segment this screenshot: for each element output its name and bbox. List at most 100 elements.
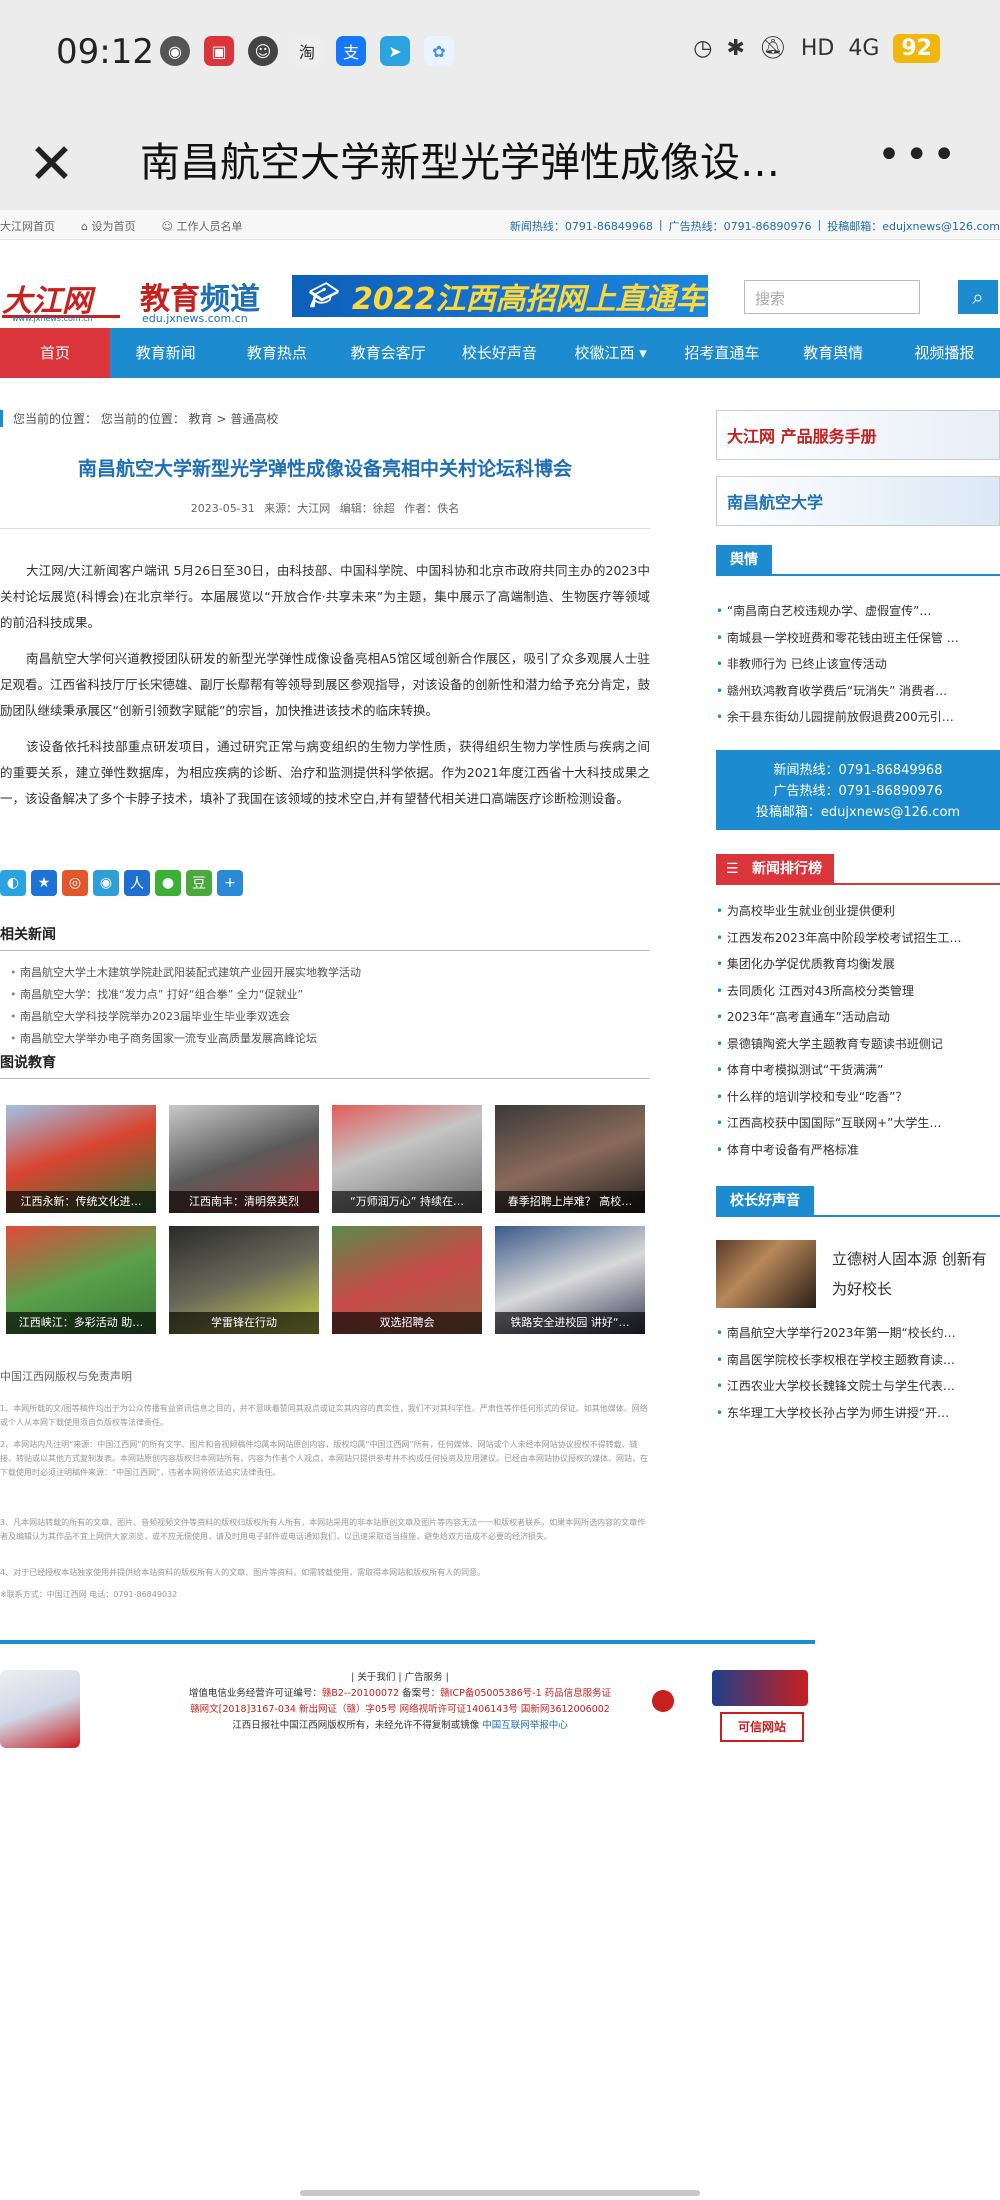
alarm-icon: ◷ (693, 36, 713, 61)
list-item[interactable]: 去同质化 江西对43所高校分类管理 (716, 978, 1000, 1005)
weibo-share-icon[interactable]: ◎ (62, 870, 88, 896)
police-mascot-icon (0, 1670, 80, 1748)
news-ranking-list: 为高校毕业生就业创业提供便利 江西发布2023年高中阶段学校考试招生工… 集团化… (716, 898, 1000, 1163)
gesture-bar[interactable] (300, 2190, 700, 2196)
article-meta: 2023-05-31 来源：大江网 编辑：徐超 作者：佚名 (0, 500, 650, 516)
staff-link[interactable]: ☺ 工作人员名单 (161, 218, 242, 234)
menu-item[interactable]: 校长好声音 (444, 328, 555, 378)
list-item[interactable]: 体育中考设备有严格标准 (716, 1137, 1000, 1164)
list-item[interactable]: 南昌航空大学：找准“发力点” 打好“组合拳” 全力“促就业” (10, 984, 361, 1006)
copyright-text: 4、对于已经授权本站独家使用并提供给本站资料的版权所有人的文章、图片等资料，如需… (0, 1568, 486, 1577)
bluetooth-icon: ✱ (726, 36, 745, 61)
cat-app-icon: ☺ (248, 36, 278, 66)
principal-list: 南昌航空大学举行2023年第一期“校长约… 南昌医学院校长李权根在学校主题教育读… (716, 1320, 1000, 1426)
list-item[interactable]: 2023年“高考直通车”活动启动 (716, 1004, 1000, 1031)
list-item[interactable]: 东华理工大学校长孙占学为师生讲授“开… (716, 1400, 1000, 1427)
site-header: 大江网 www.jxnews.com.cn 教育频道 edu.jxnews.com.… (0, 244, 1000, 334)
principal-feature-image[interactable] (716, 1240, 816, 1308)
close-icon[interactable]: ✕ (28, 132, 75, 197)
article-author: 作者：佚名 (404, 502, 460, 515)
footer-permits: 赣网文[2018]3167-034 新出网证（赣）字05号 网络视听许可证140… (190, 1704, 610, 1715)
menu-item[interactable]: 校徽江西 ▾ (555, 328, 666, 378)
divider (0, 528, 650, 529)
list-item[interactable]: 江西高校获中国国际“互联网+”大学生… (716, 1110, 1000, 1137)
principal-feature-title[interactable]: 立德树人固本源 创新有为好校长 (832, 1244, 1000, 1304)
gaokao-banner[interactable]: 🎓︎ 2022江西高招网上直通车 (292, 275, 708, 317)
related-news-list: 南昌航空大学土木建筑学院赴武阳装配式建筑产业园开展实地教学活动 南昌航空大学：找… (10, 962, 361, 1050)
hotline-box: 新闻热线：0791-86849968 广告热线：0791-86890976 投稿… (716, 750, 1000, 830)
sidebar-ad-product-manual[interactable]: 大江网 产品服务手册 (716, 410, 1000, 460)
footer-links[interactable]: | 关于我们 | 广告服务 | (100, 1670, 700, 1686)
list-item[interactable]: 江西发布2023年高中阶段学校考试招生工… (716, 925, 1000, 952)
list-item[interactable]: “南昌南白艺校违规办学、虚假宣传”… (716, 598, 1000, 625)
set-home-link[interactable]: ⌂ 设为首页 (81, 218, 135, 234)
qzone-share-icon[interactable]: ◐ (0, 870, 26, 896)
site-topbar: 大江网首页 ⌂ 设为首页 ☺ 工作人员名单 新闻热线：0791-86849968… (0, 210, 1000, 240)
menu-item[interactable]: 教育舆情 (778, 328, 889, 378)
article-date: 2023-05-31 (190, 502, 255, 515)
list-item[interactable]: 赣州玖鸿教育收学费后“玩消失” 消费者… (716, 678, 1000, 705)
list-item[interactable]: 南昌航空大学科技学院举办2023届毕业生毕业季双选会 (10, 1006, 361, 1028)
more-icon[interactable]: ••• (877, 132, 960, 178)
menu-item[interactable]: 教育新闻 (110, 328, 221, 378)
sidebar-ad-university[interactable]: 南昌航空大学 (716, 476, 1000, 526)
dajiang-logo[interactable]: 大江网 www.jxnews.com.cn (2, 276, 120, 323)
favorite-share-icon[interactable]: ★ (31, 870, 57, 896)
picture-item[interactable]: 江西永新：传统文化进… (6, 1105, 156, 1213)
emblem-icon (652, 1690, 674, 1712)
picture-item[interactable]: 春季招聘上岸难？ 高校… (495, 1105, 645, 1213)
list-item[interactable]: 南城县一学校班费和零花钱由班主任保管 … (716, 625, 1000, 652)
principal-voice-tag: 校长好声音 (716, 1186, 814, 1216)
menu-item[interactable]: 招考直通车 (666, 328, 777, 378)
cyber-police-icon[interactable] (712, 1670, 808, 1706)
wechat-share-icon[interactable]: ● (155, 870, 181, 896)
picture-item[interactable]: 铁路安全进校园 讲好“… (495, 1226, 645, 1334)
menu-item-home[interactable]: 首页 (0, 328, 110, 378)
picture-item[interactable]: 江西峡江：多彩活动 助… (6, 1226, 156, 1334)
home-link[interactable]: 大江网首页 (0, 218, 55, 234)
divider (716, 574, 1000, 576)
renren-share-icon[interactable]: 人 (124, 870, 150, 896)
menu-item[interactable]: 教育会客厅 (333, 328, 444, 378)
article-paragraph: 南昌航空大学何兴道教授团队研发的新型光学弹性成像设备亮相A5馆区域创新合作展区，… (0, 651, 651, 718)
article-title: 南昌航空大学新型光学弹性成像设备亮相中关村论坛科博会 (77, 458, 572, 480)
list-item[interactable]: 江西农业大学校长魏锋文院士与学生代表… (716, 1373, 1000, 1400)
menu-item[interactable]: 视频播报 (889, 328, 1000, 378)
list-item[interactable]: 南昌航空大学土木建筑学院赴武阳装配式建筑产业园开展实地教学活动 (10, 962, 361, 984)
list-item[interactable]: 余干县东街幼儿园提前放假退费200元引… (716, 704, 1000, 731)
picture-item[interactable]: “万师润万心” 持续在… (332, 1105, 482, 1213)
list-item[interactable]: 什么样的培训学校和专业“吃香”？ (716, 1084, 1000, 1111)
education-channel-logo[interactable]: 教育频道 edu.jxnews.com.cn (140, 274, 260, 325)
article-source: 来源：大江网 (264, 502, 331, 515)
footer-divider (0, 1640, 815, 1644)
list-item[interactable]: 景德镇陶瓷大学主题教育专题读书班侧记 (716, 1031, 1000, 1058)
list-item[interactable]: 非教师行为 已终止该宣传活动 (716, 651, 1000, 678)
picture-item[interactable]: 学雷锋在行动 (169, 1226, 319, 1334)
notification-icons: ◉ ▣ ☺ 淘 支 ➤ ✿ (160, 36, 454, 66)
divider (0, 1078, 650, 1079)
picture-item[interactable]: 双选招聘会 (332, 1226, 482, 1334)
send-icon: ➤ (380, 36, 410, 66)
copyright-text: 3、凡本网站转载的所有的文章、图片、音频视频文件等资料的版权归版权所有人所有，本… (0, 1518, 646, 1541)
news-ranking-tag: ☰ 新闻排行榜 (716, 854, 834, 884)
main-menu: 首页 教育新闻 教育热点 教育会客厅 校长好声音 校徽江西 ▾ 招考直通车 教育… (0, 328, 1000, 378)
list-item[interactable]: 南昌医学院校长李权根在学校主题教育读… (716, 1347, 1000, 1374)
browser-nav-bar: ✕ 南昌航空大学新型光学弹性成像设… ••• (0, 110, 1000, 210)
tencent-share-icon[interactable]: ◉ (93, 870, 119, 896)
news-hotline: 新闻热线：0791-86849968 (509, 220, 653, 233)
trusted-site-badge[interactable]: 可信网站 (720, 1712, 804, 1742)
list-item[interactable]: 体育中考模拟测试“干货满满” (716, 1057, 1000, 1084)
search-icon[interactable]: ⌕ (958, 280, 998, 314)
related-news-heading: 相关新闻 (0, 927, 56, 943)
list-item[interactable]: 集团化办学促优质教育均衡发展 (716, 951, 1000, 978)
more-share-icon[interactable]: + (217, 870, 243, 896)
list-item[interactable]: 南昌航空大学举办电子商务国家一流专业高质量发展高峰论坛 (10, 1028, 361, 1050)
search-input[interactable]: 搜索 (744, 280, 920, 314)
menu-item[interactable]: 教育热点 (221, 328, 332, 378)
list-item[interactable]: 南昌航空大学举行2023年第一期“校长约… (716, 1320, 1000, 1347)
graduation-cap-icon: 🎓︎ (306, 281, 337, 309)
hd-icon: HD (800, 36, 835, 61)
picture-item[interactable]: 江西南丰：清明祭英烈 (169, 1105, 319, 1213)
list-item[interactable]: 为高校毕业生就业创业提供便利 (716, 898, 1000, 925)
douban-share-icon[interactable]: 豆 (186, 870, 212, 896)
